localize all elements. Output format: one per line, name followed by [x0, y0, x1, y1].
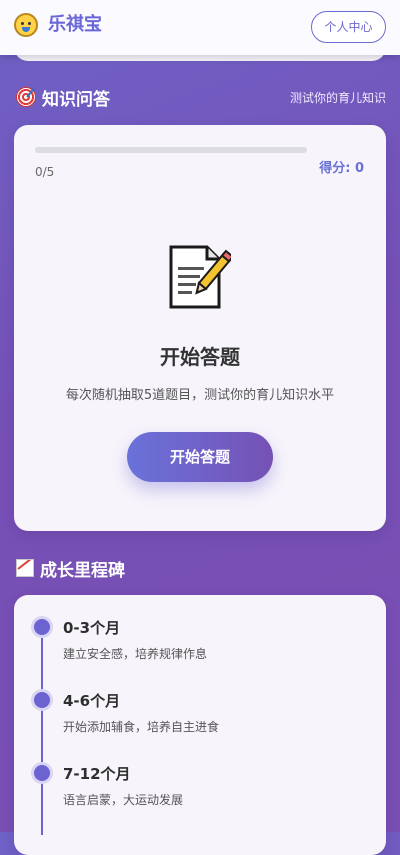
user-center-button[interactable]: 个人中心	[311, 11, 386, 43]
quiz-score: 得分: 0	[319, 161, 364, 176]
app-name: 乐祺宝	[48, 14, 102, 35]
milestone-dot	[34, 765, 50, 781]
target-icon	[16, 87, 36, 107]
chart-increasing-icon	[16, 559, 34, 577]
quiz-section-header: 知识问答 测试你的育儿知识	[16, 84, 388, 110]
milestone-dot	[34, 619, 50, 635]
milestone-dot	[34, 692, 50, 708]
quiz-section-subtitle: 测试你的育儿知识	[289, 90, 386, 105]
milestone-description: 开始添加辅食，培养自主进食	[63, 720, 220, 734]
app-header: 乐祺宝 个人中心	[0, 0, 400, 55]
milestone-title: 7-12个月	[63, 765, 131, 783]
milestone-card: 0-3个月 建立安全感，培养规律作息 4-6个月 开始添加辅食，培养自主进食 7…	[14, 595, 386, 855]
milestone-section-title: 成长里程碑	[40, 560, 125, 581]
quiz-start-heading: 开始答题	[160, 345, 240, 369]
quiz-progress-bar	[35, 147, 307, 153]
milestone-item[interactable]: 7-12个月 语言启蒙，大运动发展	[14, 763, 386, 823]
brand[interactable]: 乐祺宝	[14, 13, 102, 37]
milestone-title: 4-6个月	[63, 692, 121, 710]
milestone-section-header: 成长里程碑	[16, 555, 388, 581]
quiz-description: 每次随机抽取5道题目，测试你的育儿知识水平	[65, 388, 335, 403]
milestone-description: 建立安全感，培养规律作息	[63, 647, 208, 661]
baby-face-icon	[14, 13, 38, 37]
quiz-card: 0/5 得分: 0 开始答题 每次随机抽取5道题目，测试你的育儿知识水平 开始答…	[14, 125, 386, 531]
milestone-description: 语言启蒙，大运动发展	[63, 793, 184, 807]
milestone-item[interactable]: 0-3个月 建立安全感，培养规律作息	[14, 617, 386, 677]
quiz-section-title: 知识问答	[42, 89, 110, 110]
start-quiz-button[interactable]: 开始答题	[127, 432, 273, 482]
memo-icon	[169, 245, 231, 309]
quiz-progress-text: 0/5	[35, 165, 55, 179]
milestone-item[interactable]: 4-6个月 开始添加辅食，培养自主进食	[14, 690, 386, 750]
milestone-title: 0-3个月	[63, 619, 121, 637]
